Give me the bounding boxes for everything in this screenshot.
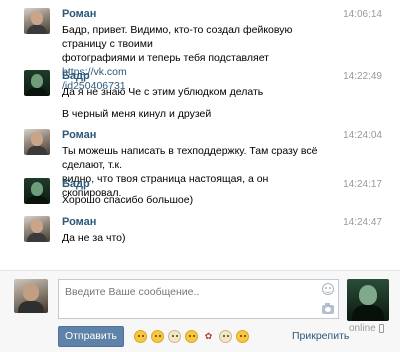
message-time[interactable]: 14:22:49 xyxy=(343,71,382,82)
emoji-smile-icon[interactable] xyxy=(134,330,147,343)
message-time[interactable]: 14:24:47 xyxy=(343,217,382,228)
camera-icon[interactable] xyxy=(322,303,334,314)
avatar[interactable] xyxy=(24,8,50,34)
emoji-blush-icon[interactable] xyxy=(168,330,181,343)
message-text: Да я не знаю Че с этим ублюдком делать В… xyxy=(62,85,327,121)
message-text: Бадр, привет. Видимо, кто-то создал фейк… xyxy=(62,23,327,93)
message-list: Роман 14:06:14 Бадр, привет. Видимо, кто… xyxy=(0,0,400,268)
message-line: фотографиями и теперь тебя подставляет xyxy=(62,52,269,64)
send-button[interactable]: Отправить xyxy=(58,326,124,347)
message-author[interactable]: Бадр xyxy=(62,178,90,190)
message-input[interactable]: Введите Ваше сообщение.. xyxy=(58,279,339,319)
message-text: Хорошо спасибо большое) xyxy=(62,193,327,207)
smile-icon[interactable] xyxy=(322,283,334,295)
emoji-grin-icon[interactable] xyxy=(151,330,164,343)
message-author[interactable]: Роман xyxy=(62,129,96,141)
avatar[interactable] xyxy=(24,216,50,242)
message-time[interactable]: 14:24:04 xyxy=(343,130,382,141)
emoji-surprised-icon[interactable] xyxy=(236,330,249,343)
message-line: Ты можешь написать в техподдержку. Там с… xyxy=(62,145,318,171)
mobile-phone-icon xyxy=(379,324,384,333)
my-avatar[interactable] xyxy=(14,279,48,313)
emoji-wink-icon[interactable] xyxy=(185,330,198,343)
avatar[interactable] xyxy=(24,178,50,204)
message-composer: Введите Ваше сообщение.. online Отправит… xyxy=(0,270,400,352)
message-line: Бадр, привет. Видимо, кто-то создал фейк… xyxy=(62,24,293,50)
message-author[interactable]: Роман xyxy=(62,8,96,20)
message-time[interactable]: 14:24:17 xyxy=(343,179,382,190)
avatar[interactable] xyxy=(24,129,50,155)
message-line-wrap: фотографиями и теперь тебя подставляет h… xyxy=(62,51,327,79)
emoji-laugh-icon[interactable] xyxy=(219,330,232,343)
attach-link[interactable]: Прикрепить xyxy=(292,330,349,342)
message-author[interactable]: Роман xyxy=(62,216,96,228)
message-author[interactable]: Бадр xyxy=(62,70,90,82)
message-line: В черный меня кинул и друзей xyxy=(62,108,212,120)
avatar[interactable] xyxy=(24,70,50,96)
emoji-rose-icon[interactable]: ✿ xyxy=(202,330,215,343)
message-line: Хорошо спасибо большое) xyxy=(62,194,194,206)
message-text: Ты можешь написать в техподдержку. Там с… xyxy=(62,144,327,200)
online-status: online xyxy=(349,323,376,334)
message-line: Да я не знаю Че с этим ублюдком делать xyxy=(62,86,264,98)
message-text: Да не за что) xyxy=(62,231,327,245)
message-time[interactable]: 14:06:14 xyxy=(343,9,382,20)
peer-avatar[interactable] xyxy=(347,279,389,321)
message-input-placeholder: Введите Ваше сообщение.. xyxy=(65,286,200,298)
message-line: Да не за что) xyxy=(62,232,126,244)
